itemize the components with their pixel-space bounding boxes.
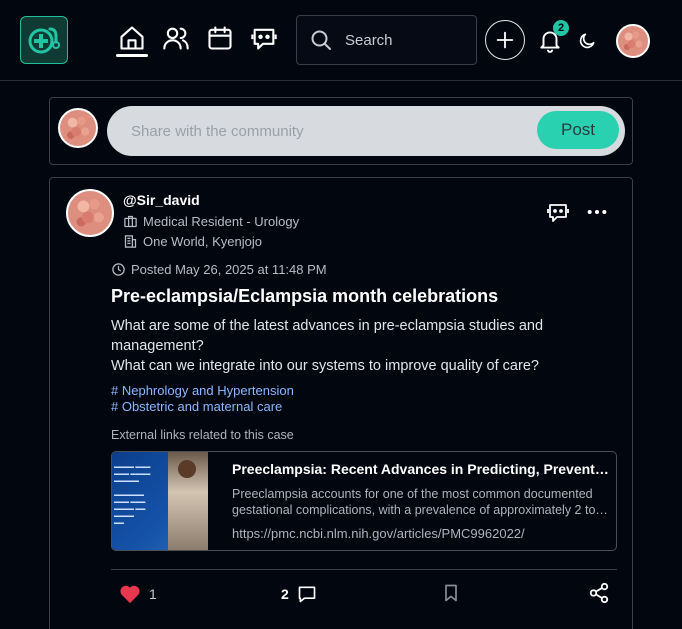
thumbnail-photo — [168, 452, 208, 550]
post-timestamp-text: Posted May 26, 2025 at 11:48 PM — [131, 262, 327, 277]
compose-input[interactable]: Share with the community Post — [107, 106, 625, 156]
link-description: Preeclampsia accounts for one of the mos… — [232, 487, 596, 517]
external-link-card[interactable]: ▬▬▬▬ ▬▬▬ ▬▬▬ ▬▬▬▬ ▬▬▬▬▬ ▬▬▬▬▬▬ ▬▬▬ ▬▬▬ ▬▬▬▬ ▬… — [111, 451, 617, 551]
briefcase-icon — [124, 215, 137, 228]
tag-link[interactable]: # Obstetric and maternal care — [111, 399, 294, 415]
link-thumbnail: ▬▬▬▬ ▬▬▬ ▬▬▬ ▬▬▬▬ ▬▬▬▬▬ ▬▬▬▬▬▬ ▬▬▬ ▬▬▬ ▬▬▬▬ ▬… — [112, 452, 208, 550]
compose-placeholder: Share with the community — [131, 122, 304, 140]
like-count: 1 — [149, 586, 157, 602]
top-bar: 2 — [0, 0, 682, 81]
calendar-icon — [208, 26, 232, 50]
more-options-icon[interactable] — [586, 201, 608, 223]
composer-avatar — [58, 108, 98, 148]
nav-calendar[interactable] — [204, 22, 236, 54]
chat-bot-icon — [251, 28, 277, 50]
user-avatar[interactable] — [616, 24, 650, 58]
post-body-line: What are some of the latest advances in … — [111, 318, 544, 354]
search-input[interactable] — [345, 31, 465, 49]
author-avatar[interactable] — [66, 189, 114, 237]
chat-bot-icon[interactable] — [546, 200, 570, 224]
post-card: @Sir_david Medical Resident - Urology On… — [49, 177, 633, 629]
nav-people[interactable] — [160, 22, 192, 54]
clock-icon — [112, 263, 125, 276]
author-username[interactable]: @Sir_david — [123, 192, 200, 208]
home-icon — [120, 26, 144, 50]
share-button[interactable] — [588, 582, 610, 604]
search-icon — [297, 28, 345, 52]
thumbnail-text-graphic: ▬▬▬▬ ▬▬▬ ▬▬▬ ▬▬▬▬ ▬▬▬▬▬ ▬▬▬▬▬▬ ▬▬▬ ▬▬▬ ▬▬▬▬ ▬… — [114, 464, 151, 526]
tag-link[interactable]: # Nephrology and Hypertension — [111, 383, 294, 399]
active-nav-indicator — [116, 54, 148, 57]
bookmark-button[interactable] — [441, 582, 461, 604]
author-location-text: One World, Kyenjojo — [143, 234, 262, 249]
bookmark-icon — [445, 584, 457, 602]
notification-badge: 2 — [553, 20, 569, 36]
comment-icon — [298, 586, 316, 603]
author-location: One World, Kyenjojo — [123, 234, 262, 249]
app-logo[interactable] — [20, 16, 68, 64]
external-links-label: External links related to this case — [111, 428, 294, 442]
post-body: What are some of the latest advances in … — [111, 316, 591, 376]
stethoscope-plus-icon — [28, 27, 60, 54]
users-icon — [163, 27, 189, 50]
plus-icon — [496, 31, 514, 49]
comment-button[interactable]: 2 — [281, 584, 317, 604]
link-url[interactable]: https://pmc.ncbi.nlm.nih.gov/articles/PM… — [232, 526, 525, 541]
post-title: Pre-eclampsia/Eclampsia month celebratio… — [111, 286, 499, 306]
building-icon — [124, 235, 137, 248]
theme-toggle[interactable] — [574, 28, 600, 54]
post-button[interactable]: Post — [537, 111, 619, 149]
post-timestamp: Posted May 26, 2025 at 11:48 PM — [111, 262, 327, 277]
nav-home[interactable] — [116, 22, 148, 54]
moon-icon — [579, 33, 595, 49]
share-icon — [589, 582, 609, 604]
comment-count: 2 — [281, 586, 289, 602]
author-role-text: Medical Resident - Urology — [143, 214, 300, 229]
post-top-actions — [546, 200, 608, 224]
post-tags: # Nephrology and Hypertension # Obstetri… — [111, 383, 294, 415]
heart-icon — [120, 585, 140, 604]
post-divider — [111, 569, 617, 570]
search-box[interactable] — [296, 15, 477, 65]
post-reactions: 1 2 — [111, 580, 617, 608]
compose-card: Share with the community Post — [49, 97, 633, 165]
nav-chat[interactable] — [248, 22, 280, 54]
like-button[interactable]: 1 — [119, 584, 157, 604]
author-role: Medical Resident - Urology — [123, 214, 299, 229]
post-body-line: What can we integrate into our systems t… — [111, 358, 539, 374]
link-title[interactable]: Preeclampsia: Recent Advances in Predict… — [232, 461, 612, 477]
create-button[interactable] — [485, 20, 525, 60]
